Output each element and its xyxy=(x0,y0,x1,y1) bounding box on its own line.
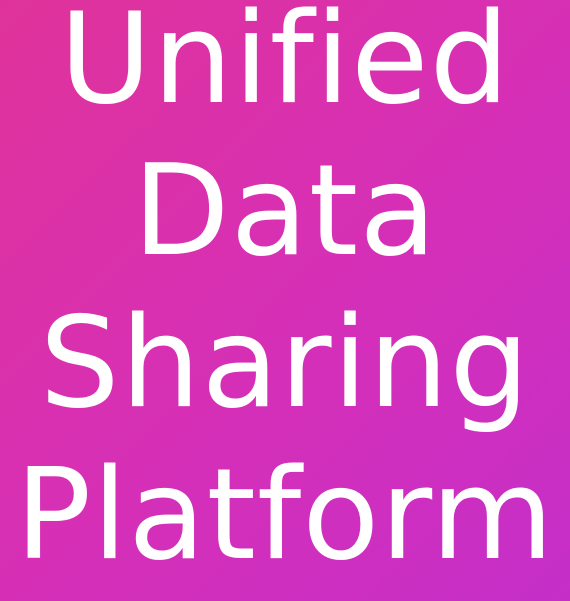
title-line-unified: Unified xyxy=(59,0,511,132)
title-line-data: Data xyxy=(132,137,438,284)
title-card: Unified Data Sharing Platform xyxy=(0,0,570,601)
title-line-sharing: Sharing xyxy=(39,289,531,436)
title-line-platform: Platform xyxy=(15,441,555,588)
